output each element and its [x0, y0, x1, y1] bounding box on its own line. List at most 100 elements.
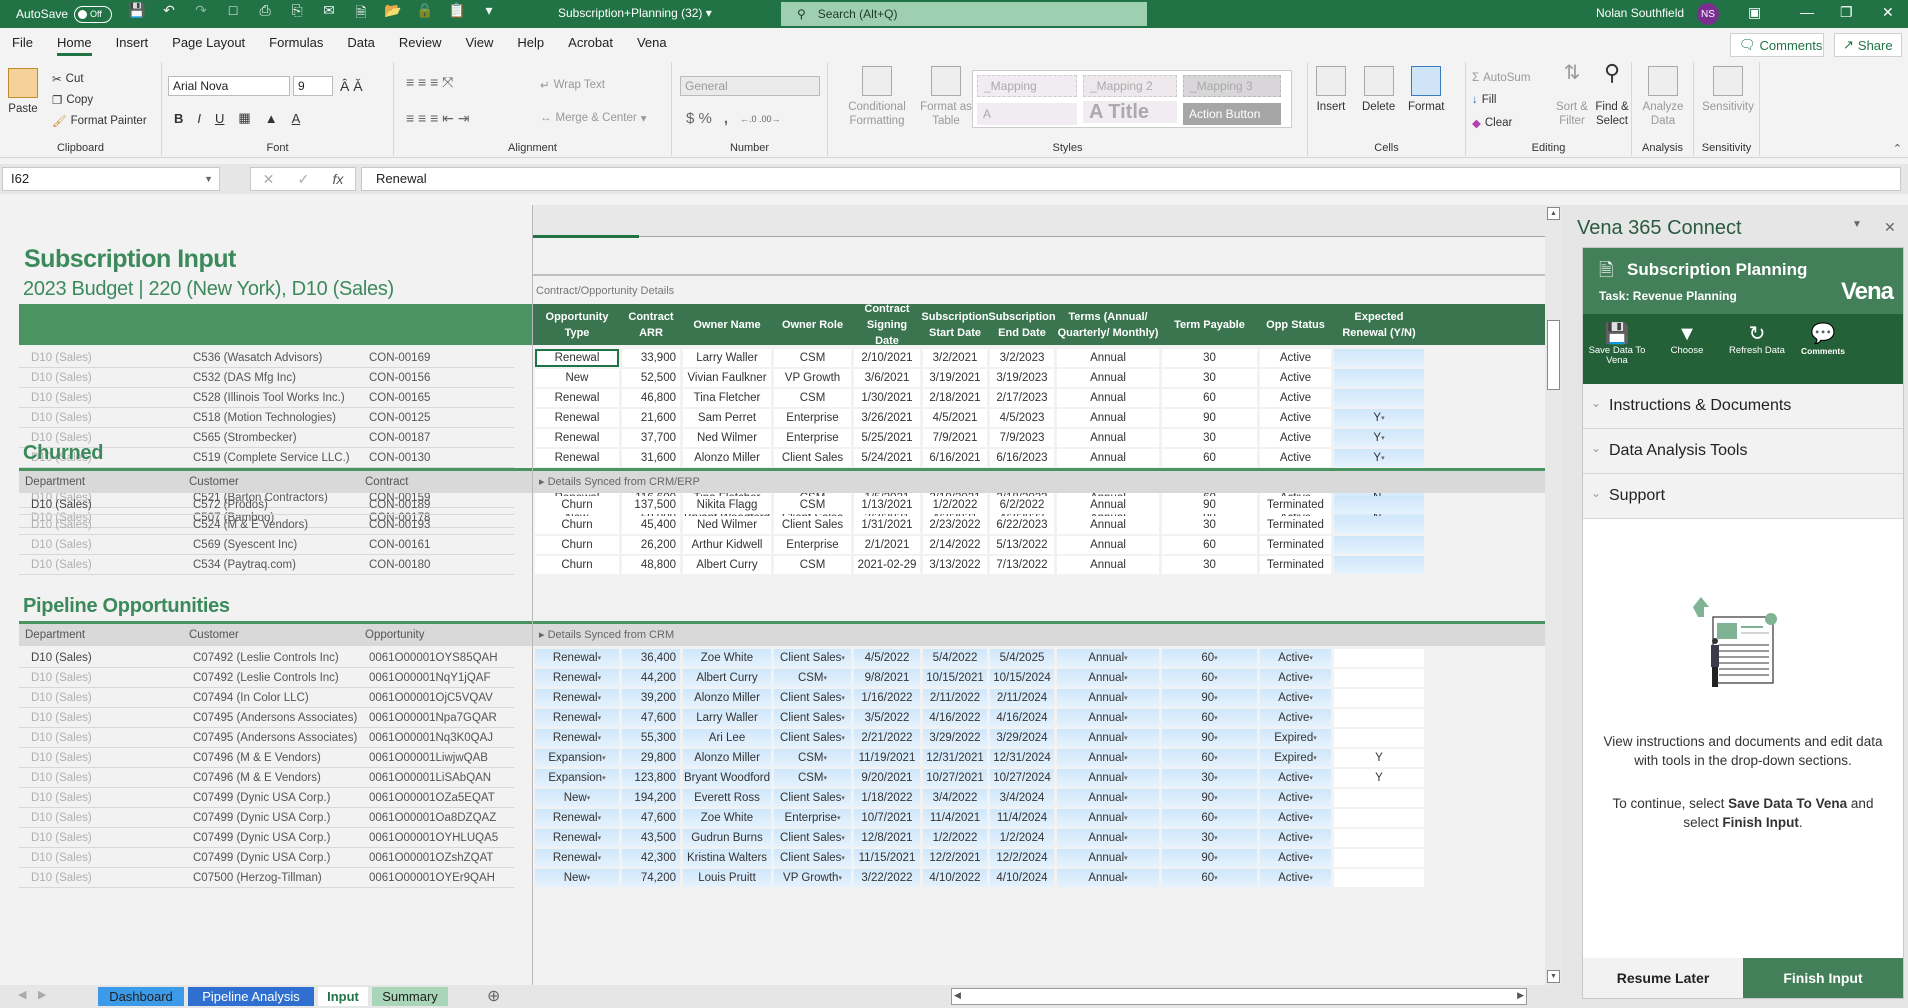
cell-type[interactable]: Renewal: [535, 349, 619, 367]
cell-payable[interactable]: 30: [1162, 829, 1257, 847]
cell-sign[interactable]: 2/10/2021: [854, 349, 920, 367]
cell-renew[interactable]: [1334, 496, 1424, 514]
cell-payable[interactable]: 30: [1162, 556, 1257, 574]
cell-owner[interactable]: Kristina Walters: [683, 849, 771, 867]
cell-start[interactable]: 7/9/2021: [923, 429, 987, 447]
cell-terms[interactable]: Annual: [1057, 409, 1159, 427]
cell-start[interactable]: 2/18/2021: [923, 389, 987, 407]
cell-owner[interactable]: Louis Pruitt: [683, 869, 771, 887]
cell-dept[interactable]: D10 (Sales): [31, 652, 92, 664]
analyze-data-button[interactable]: Analyze Data: [1640, 66, 1686, 128]
style-action-button[interactable]: Action Button: [1183, 103, 1281, 125]
restore-icon[interactable]: ❐: [1840, 4, 1853, 21]
cell-end[interactable]: 11/4/2024: [990, 809, 1054, 827]
cell-type[interactable]: Churn: [535, 536, 619, 554]
cell-arr[interactable]: 137,500: [622, 496, 680, 514]
tab-review[interactable]: Review: [387, 28, 454, 58]
style-mapping[interactable]: _Mapping: [977, 75, 1077, 97]
formula-input[interactable]: Renewal: [361, 167, 1901, 191]
cell-terms[interactable]: Annual: [1057, 349, 1159, 367]
cell-owner[interactable]: Sam Perret: [683, 409, 771, 427]
scroll-thumb[interactable]: [1547, 320, 1560, 390]
cell-role[interactable]: CSM: [774, 496, 851, 514]
cell-dept[interactable]: D10 (Sales): [31, 732, 92, 744]
cell-type[interactable]: Renewal: [535, 849, 619, 867]
underline-icon[interactable]: U: [215, 111, 224, 126]
fill-color-icon[interactable]: ▲: [265, 111, 278, 126]
cell-type[interactable]: Renewal: [535, 709, 619, 727]
cell-contract[interactable]: CON-00187: [369, 432, 430, 444]
cell-role[interactable]: Client Sales: [774, 449, 851, 467]
cell-renew[interactable]: [1334, 869, 1424, 887]
cell-contract[interactable]: CON-00169: [369, 352, 430, 364]
cell-payable[interactable]: 30: [1162, 349, 1257, 367]
tab-scroll-right-icon[interactable]: ▶: [38, 988, 46, 1001]
cell-terms[interactable]: Annual: [1057, 556, 1159, 574]
cell-terms[interactable]: Annual: [1057, 429, 1159, 447]
search-box[interactable]: ⚲ Search (Alt+Q): [781, 2, 1147, 26]
style-a-title[interactable]: A Title: [1083, 101, 1177, 123]
cell-type[interactable]: Churn: [535, 556, 619, 574]
insert-cells-button[interactable]: Insert: [1316, 66, 1346, 114]
cell-payable[interactable]: 30: [1162, 769, 1257, 787]
cell-renew[interactable]: Y: [1334, 749, 1424, 767]
cell-role[interactable]: VP Growth: [774, 869, 851, 887]
cell-end[interactable]: 5/4/2025: [990, 649, 1054, 667]
cell-sign[interactable]: 9/8/2021: [854, 669, 920, 687]
cell-dept[interactable]: D10 (Sales): [31, 772, 92, 784]
conditional-formatting-button[interactable]: Conditional Formatting: [842, 66, 912, 128]
cell-terms[interactable]: Annual: [1057, 496, 1159, 514]
cell-sign[interactable]: 2/1/2021: [854, 536, 920, 554]
cell-end[interactable]: 2/17/2023: [990, 389, 1054, 407]
tab-insert[interactable]: Insert: [104, 28, 161, 58]
tab-acrobat[interactable]: Acrobat: [556, 28, 625, 58]
cell-arr[interactable]: 46,800: [622, 389, 680, 407]
cell-sign[interactable]: 2021-02-29: [854, 556, 920, 574]
cell-renew[interactable]: [1334, 849, 1424, 867]
cell-renew[interactable]: [1334, 829, 1424, 847]
scroll-left-arrow[interactable]: ◀: [954, 990, 961, 1001]
cell-renew[interactable]: Y: [1334, 769, 1424, 787]
pane-options-icon[interactable]: ▼: [1852, 219, 1862, 230]
cell-owner[interactable]: Larry Waller: [683, 709, 771, 727]
cell-renew[interactable]: [1334, 809, 1424, 827]
cell-dept[interactable]: D10 (Sales): [31, 712, 92, 724]
cell-payable[interactable]: 90: [1162, 409, 1257, 427]
cell-end[interactable]: 5/13/2022: [990, 536, 1054, 554]
cell-terms[interactable]: Annual: [1057, 389, 1159, 407]
cell-dept[interactable]: D10 (Sales): [31, 852, 92, 864]
cell-arr[interactable]: 29,800: [622, 749, 680, 767]
cell-sign[interactable]: 1/30/2021: [854, 389, 920, 407]
paste-button[interactable]: Paste: [8, 68, 38, 116]
cell-contract[interactable]: CON-00180: [369, 559, 430, 571]
cell-owner[interactable]: Zoe White: [683, 809, 771, 827]
cell-type[interactable]: Renewal: [535, 669, 619, 687]
cell-dept[interactable]: D10 (Sales): [31, 672, 92, 684]
cell-type[interactable]: Renewal: [535, 809, 619, 827]
cell-payable[interactable]: 60: [1162, 536, 1257, 554]
email-icon[interactable]: ✉: [320, 2, 338, 26]
collapse-ribbon-icon[interactable]: ⌃: [1893, 142, 1902, 155]
cell-payable[interactable]: 90: [1162, 729, 1257, 747]
cell-sign[interactable]: 1/16/2022: [854, 689, 920, 707]
cell-customer[interactable]: C524 (M & E Vendors): [193, 519, 308, 531]
cell-payable[interactable]: 90: [1162, 496, 1257, 514]
cell-renew[interactable]: [1334, 669, 1424, 687]
cell-dept[interactable]: D10 (Sales): [31, 352, 92, 364]
horizontal-align-icons[interactable]: ≡ ≡ ≡ ⇤ ⇥: [406, 110, 470, 127]
cell-role[interactable]: Enterprise: [774, 409, 851, 427]
cell-status[interactable]: Terminated: [1260, 516, 1331, 534]
cell-status[interactable]: Active: [1260, 869, 1331, 887]
cell-end[interactable]: 3/2/2023: [990, 349, 1054, 367]
ribbon-display-icon[interactable]: ▣: [1748, 4, 1761, 21]
cell-end[interactable]: 10/15/2024: [990, 669, 1054, 687]
avatar[interactable]: NS: [1697, 3, 1719, 25]
cell-contract[interactable]: CON-00165: [369, 392, 430, 404]
cell-start[interactable]: 2/11/2022: [923, 689, 987, 707]
cell-arr[interactable]: 42,300: [622, 849, 680, 867]
cell-role[interactable]: Client Sales: [774, 849, 851, 867]
cell-status[interactable]: Expired: [1260, 729, 1331, 747]
horizontal-scrollbar[interactable]: ◀ ▶: [951, 988, 1527, 1005]
cell-owner[interactable]: Ned Wilmer: [683, 429, 771, 447]
cell-contract[interactable]: CON-00189: [369, 499, 430, 511]
